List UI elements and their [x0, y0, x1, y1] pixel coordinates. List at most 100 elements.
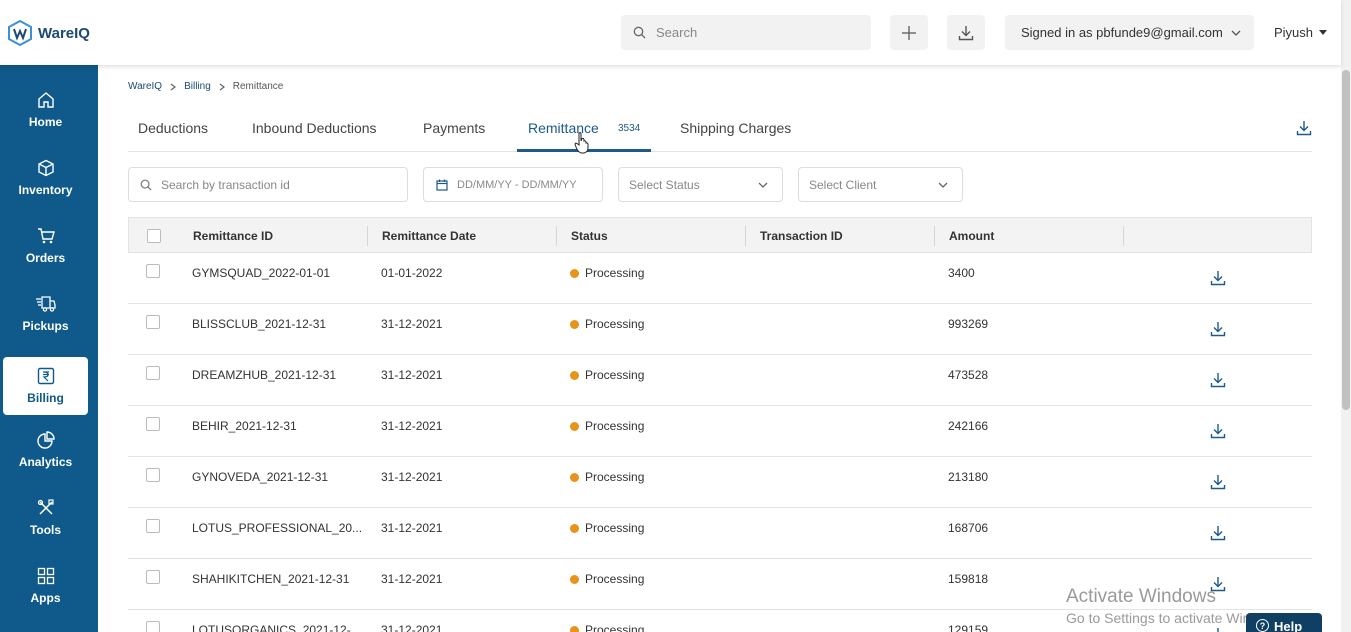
cell-remittance-id: GYNOVEDA_2021-12-31 [192, 470, 329, 484]
cell-amount: 159818 [948, 572, 989, 586]
cell-amount: 993269 [948, 317, 989, 331]
table-row[interactable]: GYNOVEDA_2021-12-31 31-12-2021 Processing 2… [128, 457, 1312, 508]
global-search-input[interactable] [656, 25, 856, 40]
export-download-button[interactable] [1296, 120, 1312, 141]
status-text: Processing [585, 572, 645, 586]
box-icon [37, 159, 54, 177]
row-checkbox[interactable] [146, 570, 160, 584]
cell-status: Processing [570, 317, 644, 331]
cell-remittance-date: 31-12-2021 [381, 521, 443, 535]
row-checkbox[interactable] [146, 621, 160, 632]
help-button[interactable]: ? Help [1246, 613, 1322, 632]
client-select[interactable]: Select Client [798, 167, 963, 202]
status-dot [570, 371, 579, 380]
cell-remittance-date: 31-12-2021 [381, 317, 443, 331]
status-dot [570, 524, 579, 533]
chevron-right-icon [170, 83, 177, 90]
sidebar-item-label: Home [28, 115, 63, 129]
sidebar-item-pickups[interactable]: Pickups [3, 285, 88, 343]
sidebar-item-inventory[interactable]: Inventory [3, 149, 88, 207]
transaction-search-input[interactable] [161, 177, 381, 192]
signed-in-text: Signed in as pbfunde9@gmail.com [1021, 25, 1223, 40]
sidebar-item-label: Tools [29, 523, 62, 537]
sidebar-item-analytics[interactable]: Analytics [3, 421, 88, 479]
row-download-button[interactable] [1210, 627, 1226, 632]
breadcrumb-wareiq[interactable]: WareIQ [128, 81, 162, 92]
download-icon [1210, 373, 1226, 388]
user-menu[interactable]: Piyush [1274, 25, 1328, 40]
chevron-down-icon [758, 182, 768, 188]
sidebar-item-label: Pickups [22, 319, 69, 333]
column-divider[interactable] [1123, 226, 1124, 246]
row-download-button[interactable] [1210, 372, 1226, 391]
tab-inbound-deductions[interactable]: Inbound Deductions [252, 120, 377, 136]
table-row[interactable]: BEHIR_2021-12-31 31-12-2021 Processing 2421… [128, 406, 1312, 457]
chevron-right-icon [219, 83, 225, 90]
tab-deductions[interactable]: Deductions [138, 120, 208, 136]
row-download-button[interactable] [1210, 474, 1226, 493]
cell-remittance-id: GYMSQUAD_2022-01-01 [192, 266, 331, 280]
row-checkbox[interactable] [146, 264, 160, 278]
remittance-table: Remittance ID Remittance Date Status Tra… [128, 217, 1312, 632]
date-range-picker[interactable]: DD/MM/YY - DD/MM/YY [423, 167, 603, 202]
add-button[interactable] [890, 15, 928, 50]
column-header-transaction-id[interactable]: Transaction ID [760, 229, 843, 243]
row-download-button[interactable] [1210, 321, 1226, 340]
column-divider[interactable] [934, 226, 935, 246]
status-text: Processing [585, 368, 645, 382]
sidebar-item-tools[interactable]: Tools [3, 489, 88, 547]
global-search[interactable] [621, 15, 871, 50]
column-header-status[interactable]: Status [571, 229, 608, 243]
cell-remittance-id: SHAHIKITCHEN_2021-12-31 [192, 572, 350, 586]
row-download-button[interactable] [1210, 525, 1226, 544]
cell-remittance-date: 31-12-2021 [381, 470, 443, 484]
table-row[interactable]: BLISSCLUB_2021-12-31 31-12-2021 Processing… [128, 304, 1312, 355]
cart-icon [37, 228, 55, 244]
tab-payments[interactable]: Payments [423, 120, 485, 136]
home-icon [37, 92, 54, 108]
client-select-placeholder: Select Client [809, 177, 877, 192]
row-checkbox[interactable] [146, 417, 160, 431]
row-checkbox[interactable] [146, 468, 160, 482]
column-header-remittance-date[interactable]: Remittance Date [382, 229, 476, 243]
transaction-search[interactable] [128, 167, 408, 202]
cell-status: Processing [570, 521, 644, 535]
truck-icon [35, 296, 56, 312]
download-icon [1210, 475, 1226, 490]
cell-remittance-id: BEHIR_2021-12-31 [192, 419, 297, 433]
status-select[interactable]: Select Status [618, 167, 783, 202]
cell-remittance-date: 31-12-2021 [381, 623, 443, 632]
sidebar-item-orders[interactable]: Orders [3, 217, 88, 275]
column-divider[interactable] [556, 226, 557, 246]
page-scrollbar[interactable] [1341, 0, 1351, 632]
select-all-checkbox[interactable] [147, 229, 161, 243]
column-header-amount[interactable]: Amount [949, 229, 994, 243]
column-header-remittance-id[interactable]: Remittance ID [193, 229, 273, 243]
sidebar-item-billing[interactable]: Billing [3, 357, 88, 415]
sidebar-item-label: Apps [30, 591, 61, 605]
apps-icon [37, 567, 54, 585]
row-checkbox[interactable] [146, 519, 160, 533]
header-download-button[interactable] [947, 15, 985, 50]
cell-remittance-date: 01-01-2022 [381, 266, 443, 280]
tab-shipping-charges[interactable]: Shipping Charges [680, 120, 791, 136]
breadcrumb-billing[interactable]: Billing [184, 81, 211, 92]
logo[interactable]: WareIQ [8, 20, 90, 46]
column-divider[interactable] [745, 226, 746, 246]
status-text: Processing [585, 266, 645, 280]
cell-amount: 213180 [948, 470, 989, 484]
sidebar-item-home[interactable]: Home [3, 81, 88, 139]
cell-remittance-id: LOTUS_PROFESSIONAL_20... [192, 521, 363, 535]
row-checkbox[interactable] [146, 315, 160, 329]
column-divider[interactable] [367, 226, 368, 246]
row-download-button[interactable] [1210, 423, 1226, 442]
table-row[interactable]: DREAMZHUB_2021-12-31 31-12-2021 Processing… [128, 355, 1312, 406]
scrollbar-thumb[interactable] [1342, 70, 1350, 410]
sidebar-item-apps[interactable]: Apps [3, 557, 88, 615]
account-selector[interactable]: Signed in as pbfunde9@gmail.com [1005, 15, 1254, 50]
plus-icon [902, 25, 916, 40]
table-row[interactable]: GYMSQUAD_2022-01-01 01-01-2022 Processing 3… [128, 253, 1312, 304]
row-checkbox[interactable] [146, 366, 160, 380]
row-download-button[interactable] [1210, 270, 1226, 289]
table-row[interactable]: LOTUS_PROFESSIONAL_20... 31-12-2021 Proces… [128, 508, 1312, 559]
